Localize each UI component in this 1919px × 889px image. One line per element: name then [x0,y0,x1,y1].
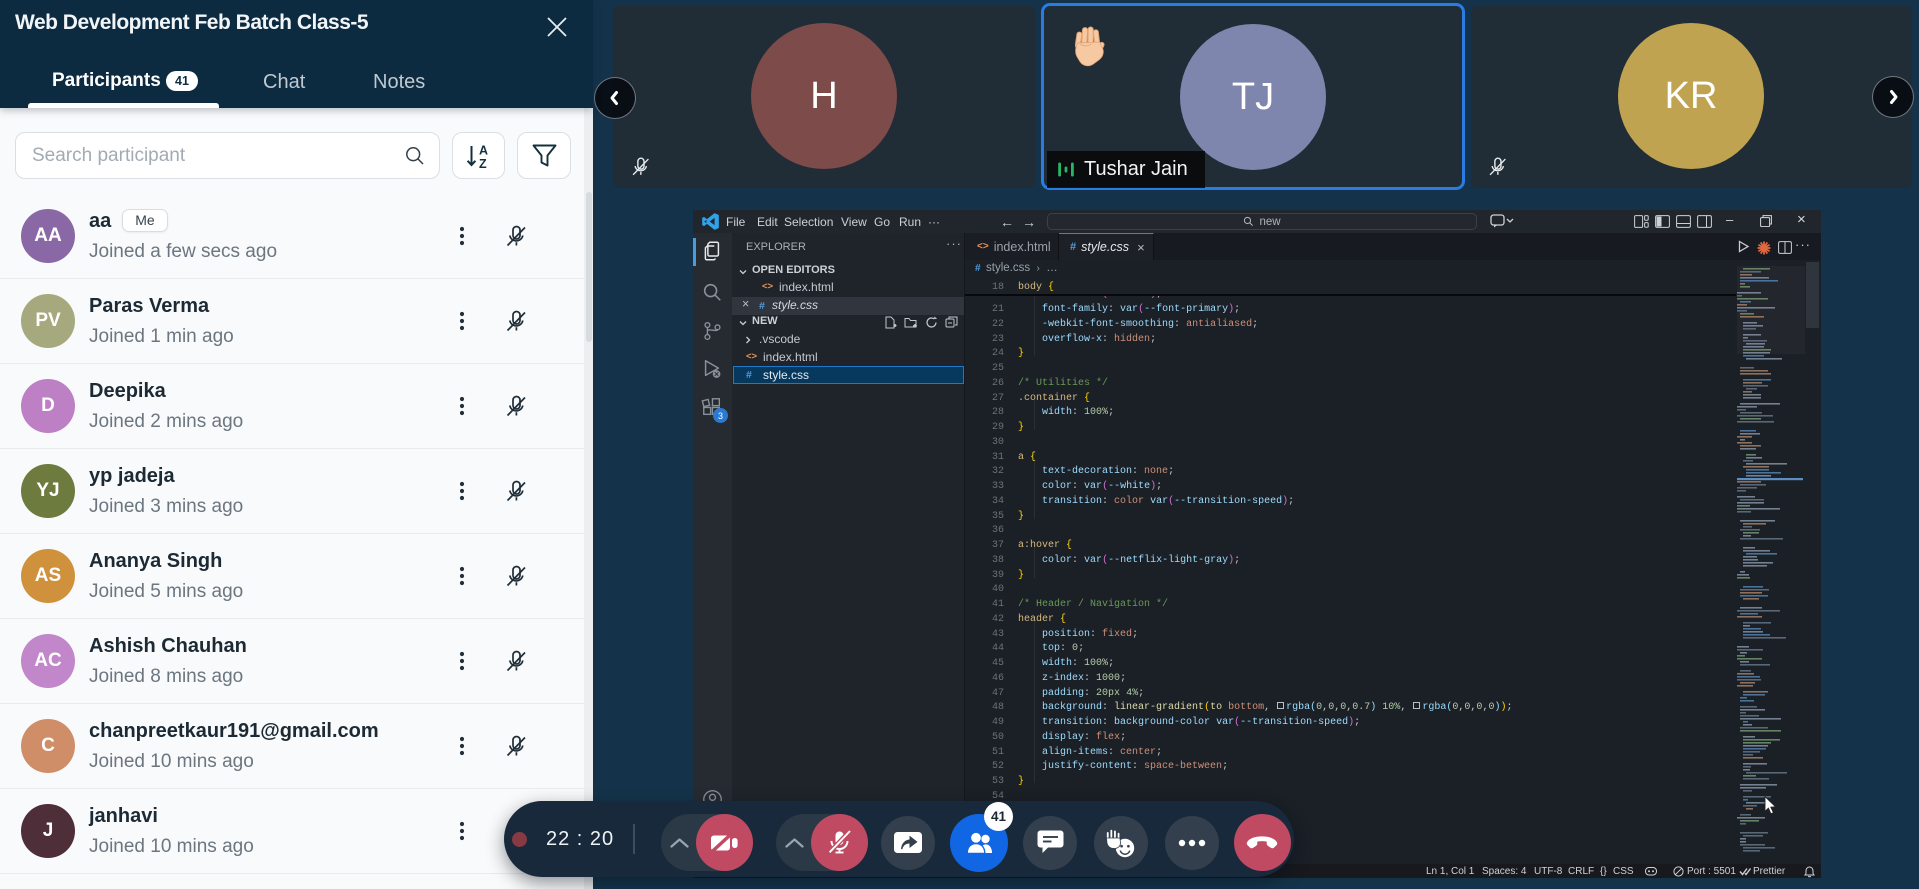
svg-text:Z: Z [479,157,487,170]
svg-text:A: A [479,143,488,157]
